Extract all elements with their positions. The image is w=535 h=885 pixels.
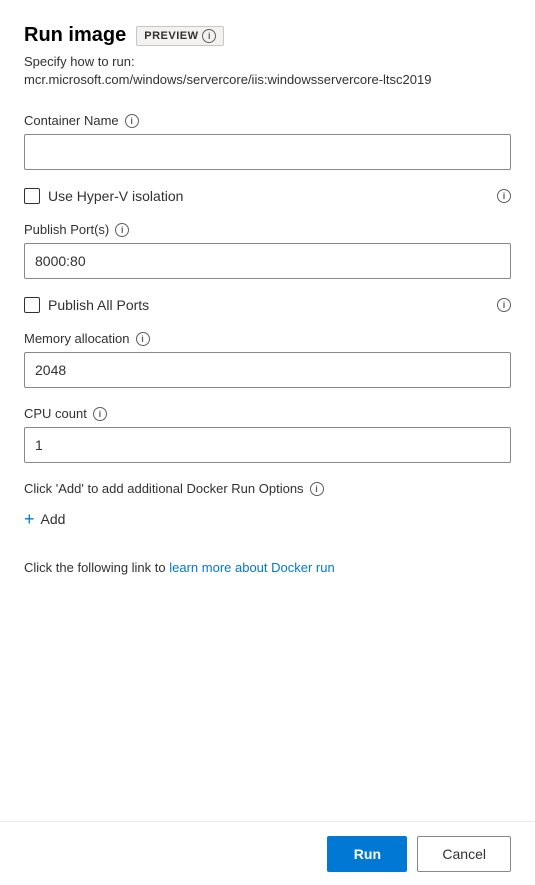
footer: Run Cancel <box>0 821 535 885</box>
hyper-v-row: Use Hyper-V isolation i <box>24 188 511 204</box>
publish-all-ports-info-icon[interactable]: i <box>497 298 511 312</box>
hyper-v-label[interactable]: Use Hyper-V isolation <box>48 188 183 204</box>
container-name-group: Container Name i <box>24 113 511 170</box>
run-button[interactable]: Run <box>327 836 407 872</box>
publish-ports-info-icon[interactable]: i <box>115 223 129 237</box>
container-name-label: Container Name <box>24 113 119 128</box>
publish-ports-group: Publish Port(s) i <box>24 222 511 279</box>
publish-all-ports-checkbox[interactable] <box>24 297 40 313</box>
publish-ports-input[interactable] <box>24 243 511 279</box>
cancel-button[interactable]: Cancel <box>417 836 511 872</box>
publish-all-ports-row: Publish All Ports i <box>24 297 511 313</box>
cpu-count-label: CPU count <box>24 406 87 421</box>
plus-icon: + <box>24 510 35 528</box>
docker-run-link[interactable]: learn more about Docker run <box>169 560 334 575</box>
container-name-input[interactable] <box>24 134 511 170</box>
page-title: Run image <box>24 24 126 47</box>
add-button[interactable]: + Add <box>24 506 65 532</box>
subtitle: Specify how to run: mcr.microsoft.com/wi… <box>24 53 511 89</box>
hyper-v-checkbox[interactable] <box>24 188 40 204</box>
preview-info-icon[interactable]: i <box>202 29 216 43</box>
memory-allocation-label: Memory allocation <box>24 331 130 346</box>
cpu-count-group: CPU count i <box>24 406 511 463</box>
cpu-count-info-icon[interactable]: i <box>93 407 107 421</box>
memory-allocation-input[interactable] <box>24 352 511 388</box>
publish-ports-label: Publish Port(s) <box>24 222 109 237</box>
container-name-info-icon[interactable]: i <box>125 114 139 128</box>
link-section-text: Click the following link to <box>24 560 169 575</box>
link-section: Click the following link to learn more a… <box>24 560 511 575</box>
add-button-label: Add <box>41 511 66 527</box>
add-section: Click 'Add' to add additional Docker Run… <box>24 481 511 532</box>
cpu-count-input[interactable] <box>24 427 511 463</box>
memory-allocation-group: Memory allocation i <box>24 331 511 388</box>
memory-allocation-info-icon[interactable]: i <box>136 332 150 346</box>
publish-all-ports-label[interactable]: Publish All Ports <box>48 297 149 313</box>
add-section-label: Click 'Add' to add additional Docker Run… <box>24 481 304 496</box>
preview-badge: PREVIEW i <box>136 26 224 46</box>
hyper-v-info-icon[interactable]: i <box>497 189 511 203</box>
add-section-info-icon[interactable]: i <box>310 482 324 496</box>
